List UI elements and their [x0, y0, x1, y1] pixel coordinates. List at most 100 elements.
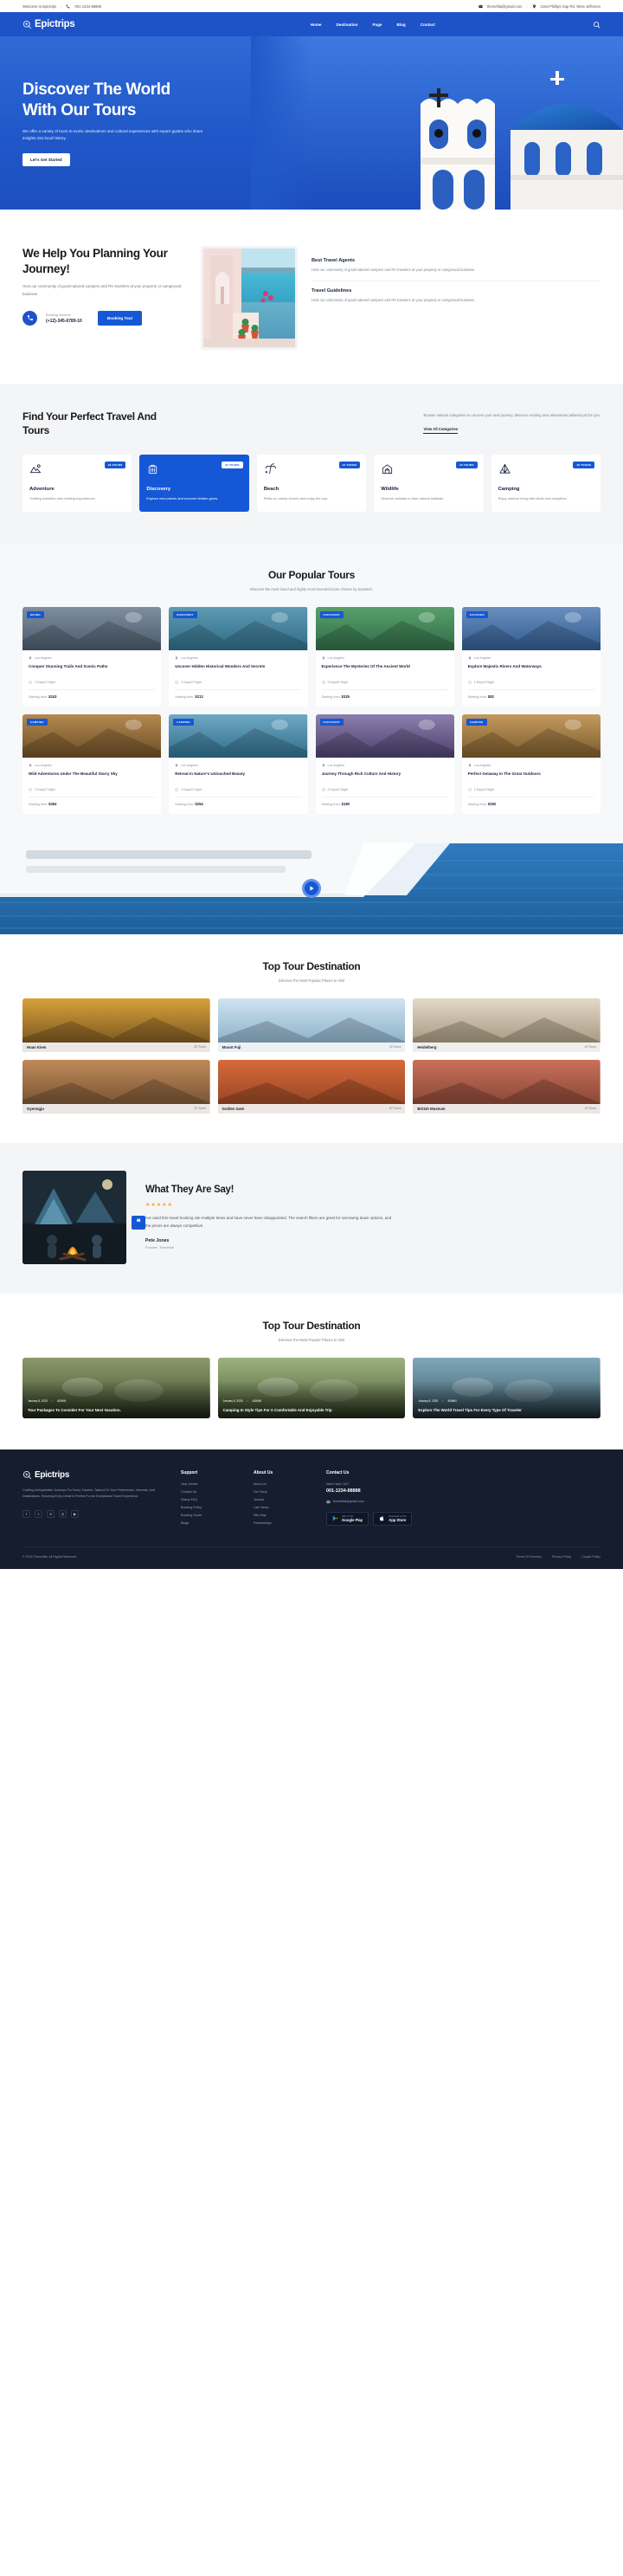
brand-logo[interactable]: Epictrips: [22, 19, 75, 29]
google-play-badge[interactable]: GET IT ON Google Play: [326, 1511, 369, 1526]
feature-title: Best Travel Agents: [312, 258, 356, 263]
footer-about-link[interactable]: Partnerships: [254, 1521, 311, 1525]
call-icon-circle[interactable]: [22, 310, 37, 326]
footer-support-link[interactable]: Help Center: [181, 1482, 238, 1486]
tour-card[interactable]: CAMPING Los Angeles Perfect Getaway In The…: [461, 713, 601, 814]
destination-card[interactable]: Golden Gate 87 Tours: [217, 1059, 406, 1114]
destination-card[interactable]: Gyeongju 33 Tours: [22, 1059, 210, 1114]
categories-header-right: Browse various categories to uncover you…: [423, 410, 601, 435]
facebook-icon[interactable]: f: [22, 1509, 30, 1518]
cookie-link[interactable]: Cookie Policy: [581, 1555, 601, 1559]
get-started-button[interactable]: Let's Get Started: [22, 152, 70, 166]
footer-about-link[interactable]: Our Story: [254, 1490, 311, 1494]
youtube-icon[interactable]: ▶: [71, 1509, 79, 1518]
destination-card[interactable]: Mount Fuji 32 Tours: [217, 997, 406, 1052]
tour-body: Los Angeles Journey Through Rich Culture …: [316, 758, 454, 814]
footer-support-link[interactable]: Booking Guide: [181, 1514, 238, 1517]
search-icon[interactable]: [593, 21, 601, 29]
tour-card[interactable]: HIKING Los Angeles Conquer Stunning Trails…: [22, 606, 162, 707]
footer-phone[interactable]: 001-1234-88888: [326, 1488, 439, 1494]
category-title: Discovery: [146, 487, 171, 493]
blog-card[interactable]: January 8, 2025 • ADMIN Explore The World T…: [413, 1357, 601, 1418]
footer-about-link[interactable]: Site Map: [254, 1514, 311, 1517]
footer-about-link[interactable]: About Us: [254, 1482, 311, 1486]
tour-price-row: Starting from: $82: [467, 688, 594, 699]
category-title: Camping: [498, 487, 520, 493]
view-all-categories-link[interactable]: View All Categories: [423, 427, 459, 434]
tour-body: Los Angeles Perfect Getaway In The Great …: [462, 758, 601, 814]
category-desc: Relax on sandy shores and enjoy the sun.: [263, 496, 329, 501]
testimonial-body: ❝ What They Are Say! ★★★★★ I've used thi…: [132, 1185, 601, 1249]
footer-social-links: f t ✕ ◎ ▶: [22, 1509, 165, 1518]
rating-stars: ★★★★★: [145, 1202, 173, 1208]
footer-support-link[interactable]: Stamp FAQ: [181, 1498, 238, 1501]
nav-item-page[interactable]: Page: [372, 23, 382, 27]
category-card-beach[interactable]: 12 TOURS Beach Relax on sandy shores and…: [256, 455, 367, 512]
tour-duration-text: 2 Days/3 Night: [473, 787, 495, 791]
footer-about-link[interactable]: Journal: [254, 1498, 311, 1501]
tour-card[interactable]: DISCOVERY Los Angeles Journey Through Rich…: [315, 713, 454, 814]
destination-card[interactable]: British Museum 42 Tours: [413, 1059, 601, 1114]
nav-item-contact[interactable]: Contact: [421, 23, 435, 27]
footer-email-row[interactable]: themeflat@gmail.com: [326, 1500, 439, 1504]
footer: Epictrips Crafting Unforgettable Journey…: [0, 1449, 623, 1569]
categories-description: Browse various categories to uncover you…: [423, 413, 601, 417]
destination-tour-count: 42 Tours: [584, 1107, 596, 1111]
destination-card[interactable]: Heidelberg 42 Tours: [413, 997, 601, 1052]
blog-card[interactable]: January 8, 2025 • ADMIN Camping In Style Ti…: [217, 1357, 406, 1418]
apple-icon: [380, 1515, 384, 1521]
privacy-link[interactable]: Privacy Policy: [552, 1555, 571, 1559]
tour-card[interactable]: DISCOVERY Los Angeles Uncover Hidden Histo…: [169, 606, 308, 707]
category-badge: 32 TOURS: [222, 462, 243, 469]
footer-support-link[interactable]: Blogs: [181, 1521, 238, 1525]
category-card-wildlife[interactable]: 42 TOURS Wildlife Observe animals in the…: [374, 455, 484, 512]
destination-section: Top Tour Destination Discover the Most P…: [0, 933, 623, 1143]
tour-price-label: Starting from:: [467, 694, 487, 699]
category-card-adventure[interactable]: 28 TOURS Adventure Thrilling activities …: [22, 455, 132, 512]
tour-card[interactable]: CAMPING Los Angeles Wild Adventures Under …: [22, 713, 162, 814]
location-pin-icon: [176, 655, 178, 660]
blog-post-title: Camping In Style Tips For A Comfortable …: [222, 1408, 332, 1413]
twitter-icon[interactable]: t: [35, 1509, 42, 1518]
destination-card[interactable]: Hoan Kiem 26 Tours: [22, 997, 210, 1052]
footer-about-link[interactable]: Late News: [254, 1506, 311, 1509]
location-pin-icon: [532, 3, 536, 9]
category-badge: 12 TOURS: [338, 462, 361, 469]
category-card-discovery[interactable]: 32 TOURS Discovery Explore new places an…: [139, 455, 249, 512]
nav-item-destination[interactable]: Destination: [336, 23, 357, 27]
blog-post-title: Explore The World Travel Tips For Every …: [418, 1408, 522, 1413]
categories-section: Find Your Perfect Travel And Tours Brows…: [0, 384, 623, 543]
tour-card[interactable]: CAMPING Los Angeles Retreat In Nature's Un…: [169, 713, 308, 814]
feature-title: Travel Guidelines: [312, 287, 352, 294]
tour-thumbnail: DISCOVERY: [315, 606, 454, 650]
tour-card[interactable]: DISCOVERY Los Angeles Experience The Myste…: [315, 606, 454, 707]
play-video-button[interactable]: [302, 879, 321, 899]
mountain-icon: [29, 464, 42, 474]
tour-thumbnail: DISCOVERY: [315, 713, 454, 758]
nav-item-blog[interactable]: Blog: [396, 23, 405, 27]
footer-support-link[interactable]: Booking Policy: [181, 1506, 238, 1509]
category-card-camping[interactable]: 48 TOURS Camping Enjoy outdoor living wi…: [491, 455, 601, 512]
destination-name: Heidelberg: [417, 1044, 437, 1049]
footer-support-link[interactable]: Contact Us: [181, 1490, 238, 1494]
category-desc: Observe animals in their natural habitat…: [381, 496, 444, 501]
x-icon[interactable]: ✕: [47, 1509, 55, 1518]
help-cta-row: Booking Number (+12)-345-6789-10 Booking…: [22, 310, 187, 326]
phone-icon: [66, 4, 70, 8]
instagram-icon[interactable]: ◎: [59, 1509, 67, 1518]
santorini-alley-image: [203, 249, 295, 347]
tour-location: Los Angeles: [322, 656, 448, 660]
suitcase-icon: [149, 465, 157, 475]
blog-card[interactable]: January 8, 2025 • ADMIN Tour Packages To Co…: [22, 1357, 210, 1418]
footer-logo[interactable]: Epictrips: [22, 1470, 165, 1480]
phone-number[interactable]: 001-1234-88888: [74, 4, 101, 9]
email-address[interactable]: themeflat@gmail.com: [487, 4, 523, 9]
terms-link[interactable]: Terms Of Services: [516, 1555, 541, 1559]
nav-item-home[interactable]: Home: [311, 23, 322, 27]
booking-tour-button[interactable]: Booking Tour: [97, 310, 143, 326]
tour-location: Los Angeles: [322, 764, 448, 767]
category-title: Beach: [263, 487, 279, 493]
app-store-badge[interactable]: Download on the App Store: [373, 1511, 413, 1526]
destination-tour-count: 32 Tours: [389, 1045, 401, 1049]
tour-card[interactable]: KAYAKING Los Angeles Explore Majestic Rive…: [461, 606, 601, 707]
